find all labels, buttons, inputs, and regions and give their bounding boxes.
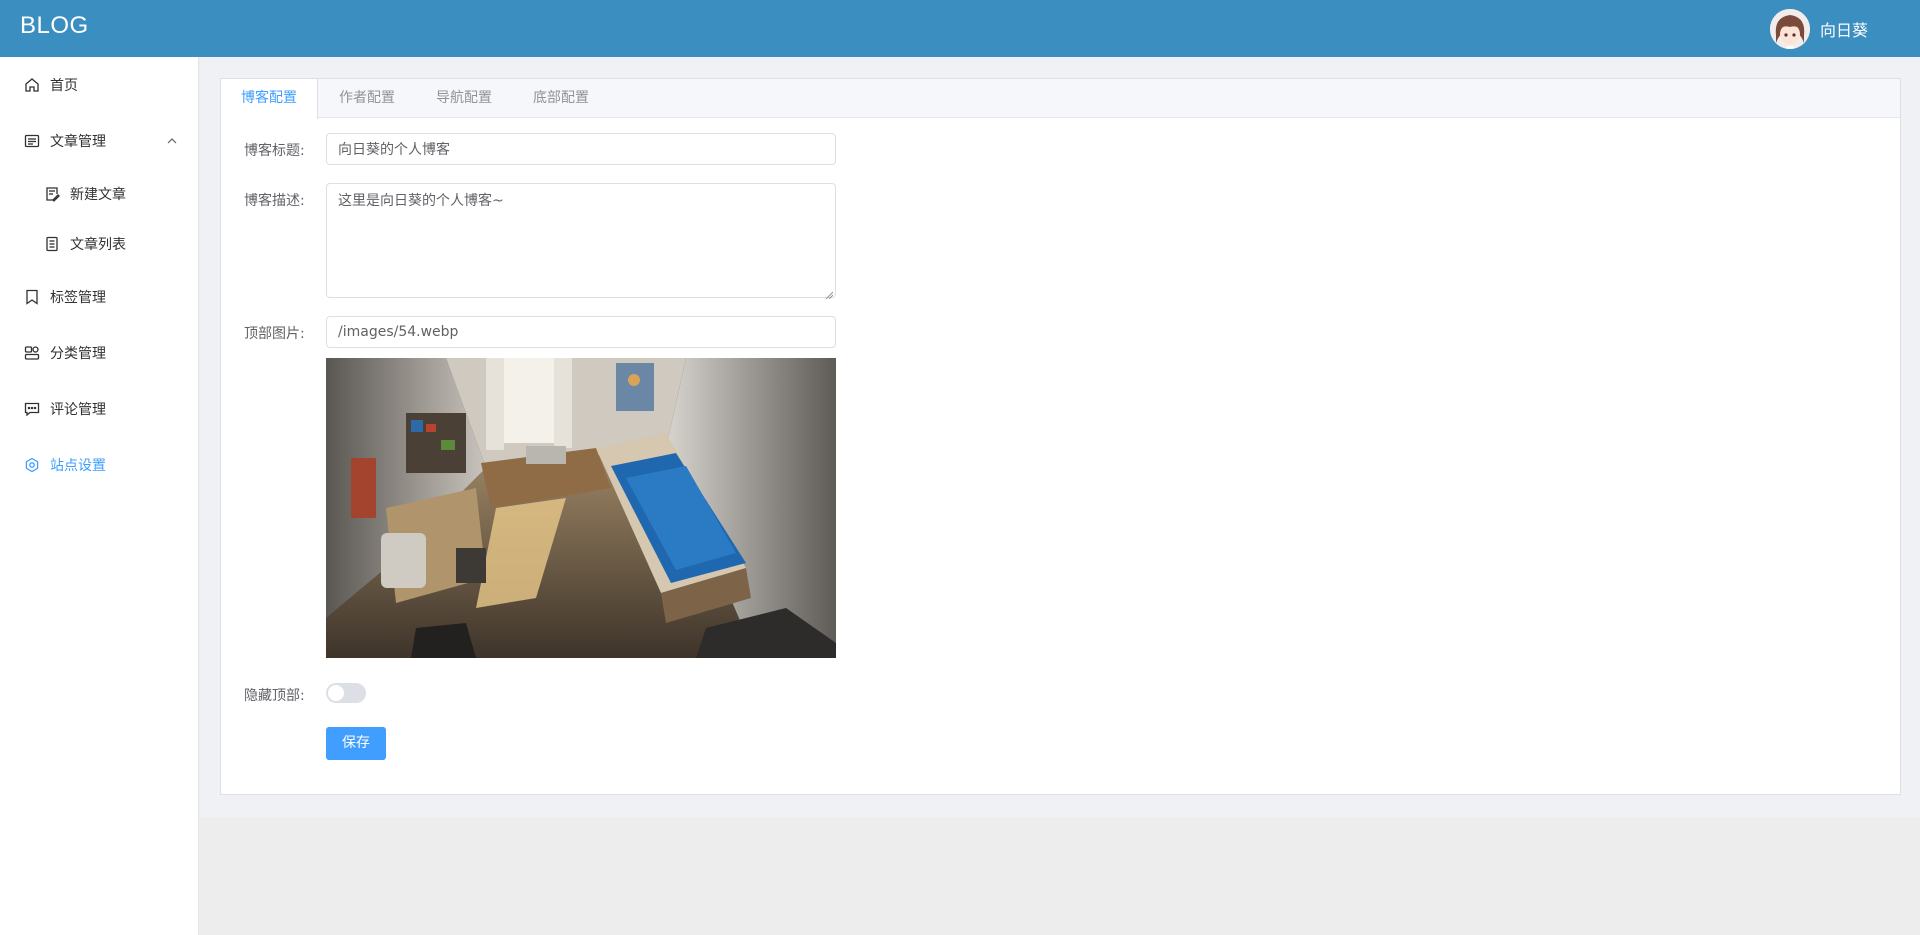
header-image-input[interactable] [326,316,836,348]
home-icon [24,77,40,93]
sidebar-item-label: 文章列表 [70,237,126,253]
sidebar-item-label: 标签管理 [50,290,106,306]
edit-document-icon [44,186,60,202]
article-manage-icon [24,133,40,149]
sidebar-item-label: 文章管理 [50,134,106,150]
save-button[interactable]: 保存 [326,727,386,760]
sidebar-item-label: 新建文章 [70,187,126,203]
username[interactable]: 向日葵 [1820,17,1868,41]
sidebar-item-label: 评论管理 [50,402,106,418]
sidebar-item-article-list[interactable]: 文章列表 [0,219,198,269]
sidebar-item-tags[interactable]: 标签管理 [0,269,198,325]
sidebar: 首页 文章管理 新建文章 文章列表 标签管理 分类管理 评论管理 站点设置 [0,57,199,935]
sidebar-item-label: 首页 [50,78,78,94]
avatar[interactable] [1769,9,1810,49]
blog-title-input[interactable] [326,133,836,165]
sidebar-item-new-article[interactable]: 新建文章 [0,169,198,219]
category-icon [24,345,40,361]
settings-card: 博客配置 作者配置 导航配置 底部配置 博客标题: 博客描述: 这里是向日葵的个… [220,78,1901,795]
tab-nav-config[interactable]: 导航配置 [416,79,512,118]
tab-bar: 博客配置 作者配置 导航配置 底部配置 [221,79,1900,119]
brand-logo[interactable]: BLOG [20,12,89,40]
comment-icon [24,401,40,417]
chevron-up-icon [166,135,178,147]
sidebar-item-label: 分类管理 [50,346,106,362]
sidebar-item-home[interactable]: 首页 [0,57,198,113]
tag-icon [24,289,40,305]
hide-header-label: 隐藏顶部: [244,688,305,704]
blog-title-label: 博客标题: [244,143,305,159]
blog-description-label: 博客描述: [244,193,305,209]
header-image-preview [326,358,836,658]
blog-description-textarea[interactable]: 这里是向日葵的个人博客~ [326,183,836,300]
header-image-label: 顶部图片: [244,326,305,342]
resize-handle-icon[interactable] [825,287,834,300]
tab-blog-config[interactable]: 博客配置 [221,79,318,119]
hide-header-switch[interactable] [326,683,366,703]
sidebar-item-comments[interactable]: 评论管理 [0,381,198,437]
top-header: BLOG 向日葵 [0,0,1920,57]
user-menu[interactable]: 向日葵 [1769,9,1868,49]
blog-description-text: 这里是向日葵的个人博客~ [338,193,504,209]
sidebar-item-site-settings[interactable]: 站点设置 [0,437,198,493]
page-bottom-area [200,817,1920,935]
tab-footer-config[interactable]: 底部配置 [513,79,609,118]
main-content: 博客配置 作者配置 导航配置 底部配置 博客标题: 博客描述: 这里是向日葵的个… [200,57,1920,817]
sidebar-item-categories[interactable]: 分类管理 [0,325,198,381]
switch-knob [328,685,344,701]
sidebar-item-article-manage[interactable]: 文章管理 [0,113,198,169]
tab-author-config[interactable]: 作者配置 [319,79,415,118]
settings-icon [24,457,40,473]
sidebar-item-label: 站点设置 [50,458,106,474]
document-list-icon [44,236,60,252]
